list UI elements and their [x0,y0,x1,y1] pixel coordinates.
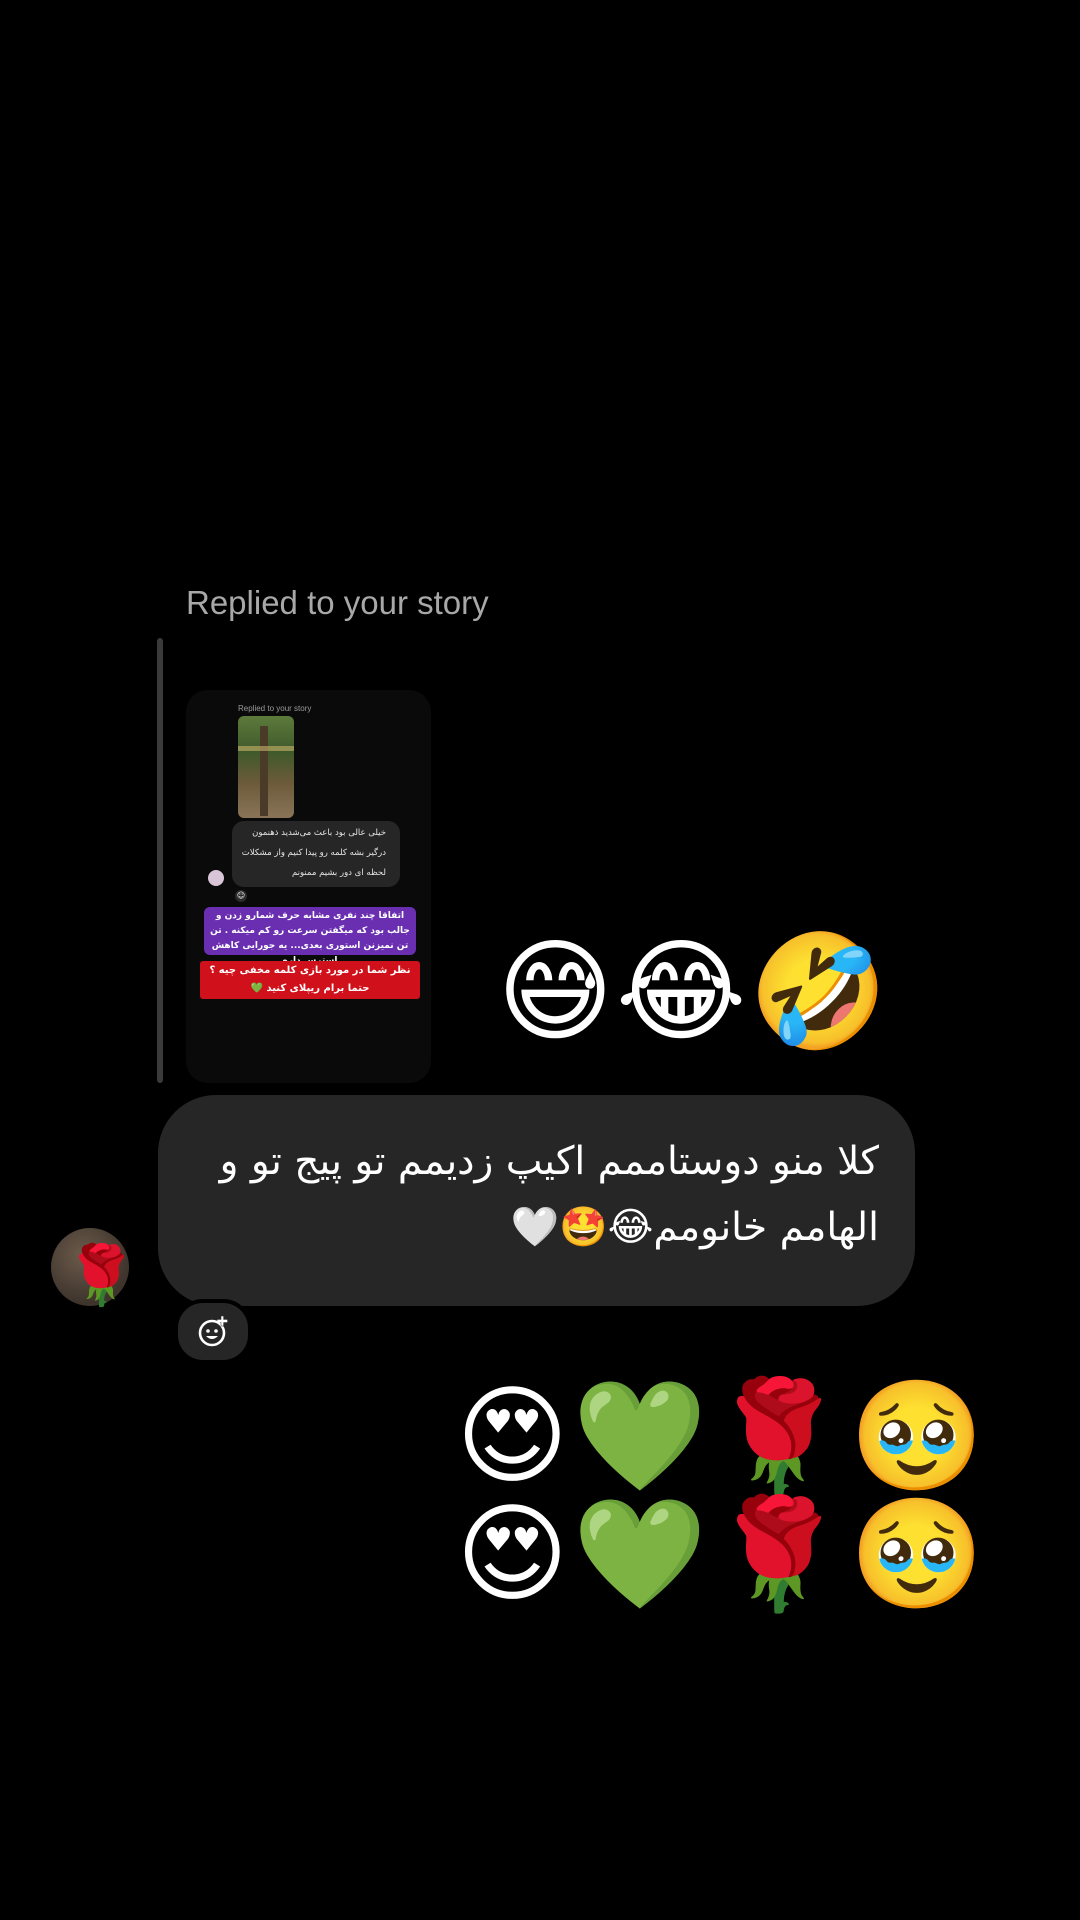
thumbnail-avatar [208,870,224,886]
thumbnail-forest-photo [238,716,294,818]
emoji-message[interactable]: 😍💚🌹🥹 😍💚🌹🥹 [456,1374,989,1617]
reply-indicator-bar [157,638,163,1083]
story-reply-emojis: 😅😂🤣 [497,927,891,1057]
message-text: کلا منو دوستاممم اکیپ زدیمم تو پیج تو و … [219,1139,879,1250]
thumbnail-purple-caption: اتفاقا چند نفری مشابه حرف شمارو زدن و جا… [204,907,416,966]
emoji-row-2: 😍💚🌹🥹 [456,1492,989,1617]
avatar-rose-icon: 🌹 [65,1241,138,1309]
thumbnail-reaction-icon: ☺ [235,890,247,902]
add-reaction-button[interactable] [174,1299,252,1364]
thumbnail-red-caption-text: نظر شما در مورد بازی کلمه مخفی چیه ؟ حتم… [200,961,420,999]
emoji-row-1: 😍💚🌹🥹 [456,1374,989,1499]
message-bubble[interactable]: کلا منو دوستاممم اکیپ زدیمم تو پیج تو و … [158,1095,915,1306]
thumbnail-message-bubble: خیلی عالی بود باعث می‌شدید ذهنمون درگیر … [232,821,400,887]
replied-to-story-label: Replied to your story [186,584,489,621]
add-reaction-icon [198,1315,228,1346]
sender-avatar[interactable]: 🌹 [51,1228,137,1309]
thumbnail-red-caption: نظر شما در مورد بازی کلمه مخفی چیه ؟ حتم… [200,961,420,1005]
thumbnail-inner-label: Replied to your story [238,704,312,713]
chat-screen: Replied to your story Replied to your st… [0,0,1080,1920]
story-thumbnail[interactable]: Replied to your story خیلی عالی بود باعث… [186,690,431,1083]
